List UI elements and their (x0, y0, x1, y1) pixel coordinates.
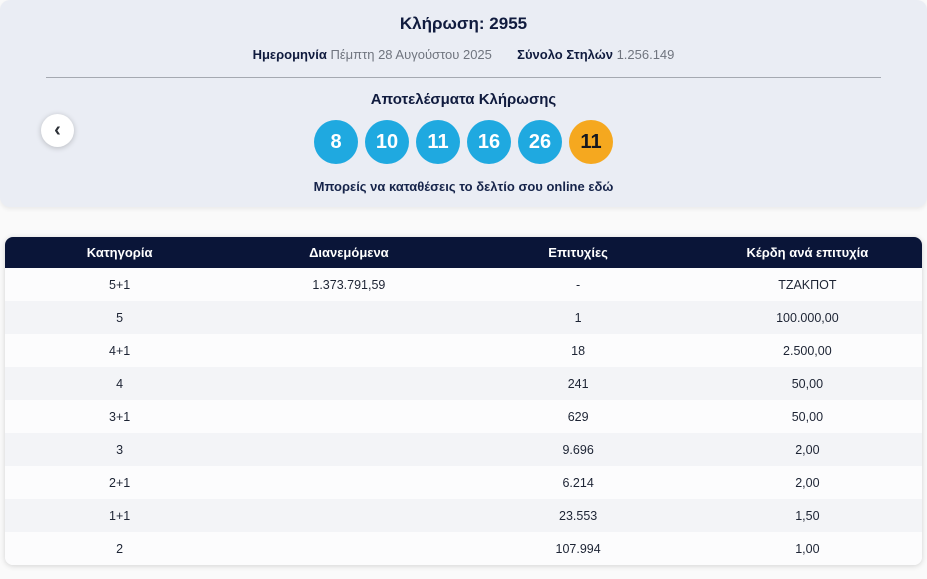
header-divider (46, 77, 881, 78)
column-header: Κέρδη ανά επιτυχία (692, 237, 922, 268)
columns-label: Σύνολο Στηλών (517, 47, 613, 62)
table-cell (234, 334, 464, 367)
draw-header-panel: Κλήρωση: 2955 Ημερομηνία Πέμπτη 28 Αυγού… (0, 0, 927, 207)
previous-draw-button[interactable]: ‹ (41, 114, 74, 147)
table-cell: 2 (5, 532, 235, 565)
date-value: Πέμπτη 28 Αυγούστου 2025 (330, 47, 492, 62)
table-cell: 18 (463, 334, 693, 367)
column-header: Επιτυχίες (463, 237, 693, 268)
table-cell: 107.994 (463, 532, 693, 565)
table-cell: 2+1 (5, 466, 235, 499)
draw-title: Κλήρωση: 2955 (399, 14, 528, 33)
table-cell: 629 (463, 400, 693, 433)
joker-ball: 11 (569, 120, 613, 164)
table-row: 4 241 50,00 (5, 367, 922, 400)
table-cell: 2.500,00 (692, 334, 922, 367)
table-cell: 241 (463, 367, 693, 400)
chevron-left-icon: ‹ (54, 118, 61, 141)
table-row: 3+1 629 50,00 (5, 400, 922, 433)
table-cell (234, 532, 464, 565)
table-cell: 1,50 (692, 499, 922, 532)
table-row: 2+1 6.214 2,00 (5, 466, 922, 499)
table-cell: 50,00 (692, 400, 922, 433)
table-cell: 1,00 (692, 532, 922, 565)
number-ball: 8 (314, 120, 358, 164)
table-cell: 2,00 (692, 466, 922, 499)
table-cell: 4 (5, 367, 235, 400)
table-cell: 4+1 (5, 334, 235, 367)
table-cell: 3 (5, 433, 235, 466)
table-cell (234, 367, 464, 400)
table-cell: 100.000,00 (692, 301, 922, 334)
column-header: Κατηγορία (5, 237, 235, 268)
table-row: 5 1 100.000,00 (5, 301, 922, 334)
table-cell: 1.373.791,59 (234, 268, 464, 301)
number-ball: 11 (416, 120, 460, 164)
table-cell (234, 466, 464, 499)
date-label: Ημερομηνία (252, 47, 327, 62)
submit-slip-link[interactable]: Μπορείς να καταθέσεις το δελτίο σου onli… (0, 179, 927, 194)
table-cell: 2,00 (692, 433, 922, 466)
columns-value: 1.256.149 (616, 47, 675, 62)
table-cell: 6.214 (463, 466, 693, 499)
table-cell (234, 400, 464, 433)
table-cell: 1+1 (5, 499, 235, 532)
winnings-table-body: 5+1 1.373.791,59- ΤΖΑΚΠΟΤ 5 1 100.000,00 4+1 18… (5, 268, 922, 565)
winnings-table: Κατηγορία Διανεμόμενα Επιτυχίες Κέρδη ανά ε… (5, 237, 922, 565)
table-row: 4+1 18 2.500,00 (5, 334, 922, 367)
draw-meta: Ημερομηνία Πέμπτη 28 Αυγούστου 2025 Σύνο… (0, 47, 927, 62)
table-cell (234, 433, 464, 466)
number-ball: 16 (467, 120, 511, 164)
table-row: 3 9.696 2,00 (5, 433, 922, 466)
header-row: Κατηγορία Διανεμόμενα Επιτυχίες Κέρδη ανά ε… (5, 237, 922, 268)
table-row: 5+1 1.373.791,59- ΤΖΑΚΠΟΤ (5, 268, 922, 301)
table-cell (234, 499, 464, 532)
table-row: 1+1 23.553 1,50 (5, 499, 922, 532)
numbers-row: 8 10 11 16 26 11 (0, 120, 927, 164)
table-row: 2 107.994 1,00 (5, 532, 922, 565)
table-cell: ΤΖΑΚΠΟΤ (692, 268, 922, 301)
table-cell (234, 301, 464, 334)
table-cell: 23.553 (463, 499, 693, 532)
table-cell: 9.696 (463, 433, 693, 466)
winnings-table-card: Κατηγορία Διανεμόμενα Επιτυχίες Κέρδη ανά ε… (5, 237, 922, 565)
table-cell: 1 (463, 301, 693, 334)
results-title: Αποτελέσματα Κλήρωσης (370, 91, 557, 108)
column-header: Διανεμόμενα (234, 237, 464, 268)
table-cell: - (463, 268, 693, 301)
table-cell: 3+1 (5, 400, 235, 433)
table-cell: 50,00 (692, 367, 922, 400)
number-ball: 10 (365, 120, 409, 164)
table-cell: 5+1 (5, 268, 235, 301)
number-ball: 26 (518, 120, 562, 164)
winnings-table-head: Κατηγορία Διανεμόμενα Επιτυχίες Κέρδη ανά ε… (5, 237, 922, 268)
table-cell: 5 (5, 301, 235, 334)
